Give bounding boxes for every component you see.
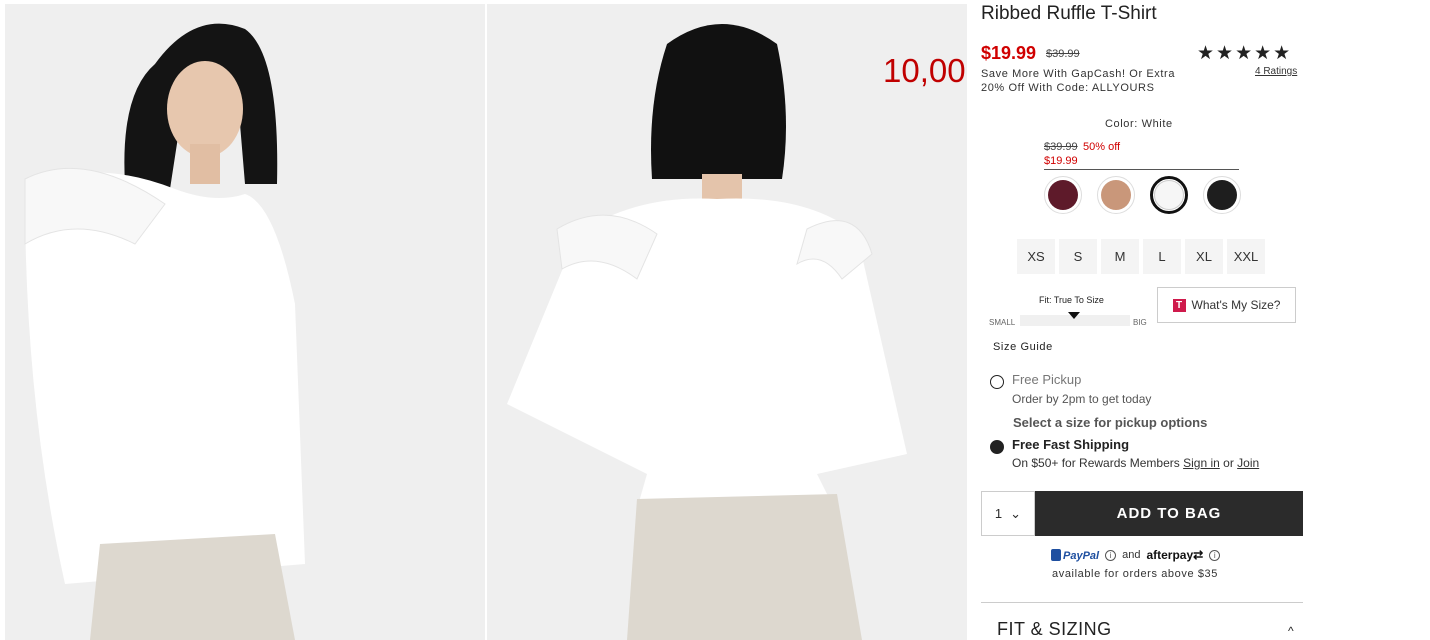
fit-sizing-accordion[interactable]: FIT & SIZING: [997, 619, 1112, 640]
fit-big-label: BIG: [1133, 318, 1147, 327]
sign-in-link[interactable]: Sign in: [1183, 456, 1220, 470]
swatch-black[interactable]: [1203, 176, 1241, 214]
divider: [1044, 169, 1239, 170]
swatch-white[interactable]: [1150, 176, 1188, 214]
product-image-front[interactable]: [5, 4, 485, 640]
size-xxl[interactable]: XXL: [1227, 239, 1265, 274]
paypal-label: PayPal: [1063, 549, 1100, 562]
color-label: Color: White: [1105, 118, 1173, 130]
whats-my-size-button[interactable]: T What's My Size?: [1157, 287, 1296, 323]
shipping-subtitle: On $50+ for Rewards Members Sign in or J…: [1012, 456, 1259, 470]
payment-options: PayPal i and afterpay⇄ i: [1051, 548, 1221, 562]
size-xs[interactable]: XS: [1017, 239, 1055, 274]
shipping-subtitle-text: On $50+ for Rewards Members: [1012, 456, 1180, 470]
product-image-back[interactable]: [487, 4, 967, 640]
afterpay-arrows-icon: ⇄: [1193, 548, 1204, 562]
color-swatches: [1044, 176, 1241, 214]
swatch-sale-price: $19.99: [1044, 155, 1078, 167]
size-l[interactable]: L: [1143, 239, 1181, 274]
afterpay-label: afterpay: [1146, 548, 1194, 562]
pickup-note: Select a size for pickup options: [1013, 415, 1208, 430]
pickup-subtitle: Order by 2pm to get today: [1012, 392, 1152, 406]
swatch-black-dot: [1207, 180, 1237, 210]
swatch-tan-dot: [1101, 180, 1131, 210]
pickup-radio[interactable]: [990, 375, 1004, 389]
swatch-burgundy-dot: [1048, 180, 1078, 210]
add-to-bag-button[interactable]: ADD TO BAG: [1035, 491, 1303, 536]
and-text: and: [1122, 549, 1141, 561]
payment-availability: available for orders above $35: [1052, 568, 1218, 580]
join-link[interactable]: Join: [1237, 456, 1259, 470]
overlay-price-text: 10,00: [883, 52, 966, 89]
paypal-info-icon[interactable]: i: [1105, 549, 1117, 561]
quantity-select[interactable]: 1 ⌄: [981, 491, 1035, 536]
fit-marker-icon: [1068, 312, 1080, 319]
sale-price: $19.99: [981, 43, 1037, 63]
size-m[interactable]: M: [1101, 239, 1139, 274]
promo-text: Save More With GapCash! Or Extra 20% Off…: [981, 67, 1201, 95]
size-selector: XS S M L XL XXL: [1017, 239, 1265, 274]
truefit-icon: T: [1172, 298, 1186, 312]
chevron-down-icon: ⌄: [1010, 505, 1022, 521]
swatch-burgundy[interactable]: [1044, 176, 1082, 214]
afterpay-info-icon[interactable]: i: [1209, 549, 1221, 561]
promo-line-2: 20% Off With Code: ALLYOURS: [981, 82, 1155, 94]
fit-title: Fit: True To Size: [1039, 295, 1104, 305]
swatch-tan[interactable]: [1097, 176, 1135, 214]
swatch-discount: 50% off: [1083, 141, 1121, 153]
swatch-original-price: $39.99: [1044, 141, 1078, 153]
chevron-up-icon[interactable]: ^: [1288, 624, 1294, 638]
size-s[interactable]: S: [1059, 239, 1097, 274]
product-title: Ribbed Ruffle T-Shirt: [981, 3, 1157, 24]
size-xl[interactable]: XL: [1185, 239, 1223, 274]
fit-small-label: SMALL: [989, 318, 1016, 327]
afterpay-logo: afterpay⇄: [1146, 548, 1203, 562]
ratings-link[interactable]: 4 Ratings: [1255, 66, 1297, 77]
divider: [981, 602, 1303, 603]
whats-my-size-label: What's My Size?: [1191, 298, 1281, 312]
star-rating-icon[interactable]: ★★★★★: [1197, 42, 1292, 65]
or-text: or: [1223, 456, 1234, 470]
swatch-white-dot: [1154, 180, 1184, 210]
size-guide-link[interactable]: Size Guide: [993, 341, 1053, 353]
paypal-icon: [1051, 548, 1061, 561]
shipping-radio[interactable]: [990, 440, 1004, 454]
promo-line-1: Save More With GapCash! Or Extra: [981, 68, 1176, 80]
shipping-title: Free Fast Shipping: [1012, 437, 1130, 452]
paypal-logo: PayPal: [1051, 548, 1100, 562]
pickup-title: Free Pickup: [1012, 372, 1082, 387]
quantity-value: 1: [994, 506, 1003, 521]
original-price: $39.99: [1046, 48, 1080, 60]
